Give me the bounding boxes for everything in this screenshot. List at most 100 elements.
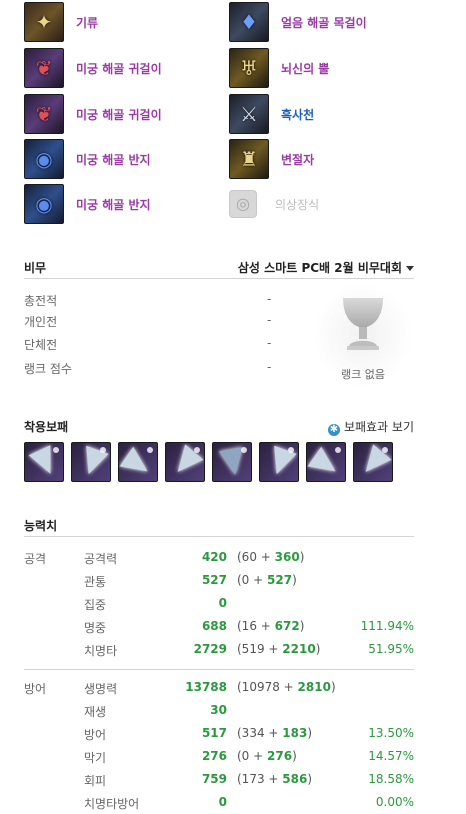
stat-base: (16 + [237,619,275,633]
stat-row-hp: 생명력 13788 (10978 + 2810) [24,680,414,696]
divider [24,669,414,670]
soul-shield-piece-7[interactable] [306,442,346,482]
soul-shield-piece-1[interactable] [24,442,64,482]
equip-slot-talisman[interactable]: ✦ 기류 [24,2,98,42]
equip-slot-horns[interactable]: ♅ 뇌신의 뿔 [229,48,329,88]
equip-label: 미궁 해골 반지 [76,152,151,167]
sparkle-icon [100,447,106,453]
sparkle-icon [241,447,247,453]
stat-base: (173 + [237,772,283,786]
stat-row-regen: 재생 30 [24,703,414,719]
equip-label: 의상장식 [275,197,320,212]
stat-name: 재생 [84,705,107,719]
soul-shield-piece-8[interactable] [353,442,393,482]
equip-slot-necklace[interactable]: ♦ 얼음 해골 목걸이 [229,2,367,42]
stat-bonus: 672 [274,619,300,633]
stat-close: ) [292,573,297,587]
stat-total: 517 [201,726,227,740]
equip-slot-ring-2[interactable]: ◉ 미궁 해골 반지 [24,184,151,224]
stat-breakdown: (0 + 276) [237,749,297,763]
equip-label: 흑사천 [281,107,315,122]
pvp-row-label: 개인전 [24,315,58,329]
sparkle-icon [194,447,200,453]
stat-total: 276 [201,749,227,763]
ring-icon: ◉ [24,139,64,179]
pvp-row-label: 단체전 [24,338,58,352]
stat-total: 688 [201,619,227,633]
equip-label: 미궁 해골 반지 [76,197,151,212]
pvp-row-rank-score: 랭크 점수 - [24,360,284,377]
stat-close: ) [315,642,321,656]
rank-label: 랭크 없음 [341,368,385,381]
stat-total: 420 [201,550,227,564]
necklace-icon: ♦ [229,2,269,42]
stat-row-accuracy: 명중 688 (16 + 672) 111.94% [24,619,414,635]
equip-label: 뇌신의 뿔 [281,61,330,76]
stat-total: 2729 [193,642,227,656]
stat-breakdown: (16 + 672) [237,619,304,633]
chevron-down-icon [406,266,414,271]
soul-shield-effects-link[interactable]: ✱ 보패효과 보기 [327,418,414,436]
soul-shield-piece-4[interactable] [165,442,205,482]
pvp-row-label: 총전적 [24,294,58,308]
stat-bonus: 276 [267,749,293,763]
equip-slot-earring-1[interactable]: ❦ 미궁 해골 귀걸이 [24,48,162,88]
stat-close: ) [299,619,305,633]
stat-name: 관통 [84,575,107,589]
stat-base: (0 + [237,749,267,763]
stat-row-block: 막기 276 (0 + 276) 14.57% [24,749,414,765]
stat-base: (519 + [237,642,283,656]
talisman-icon: ✦ [24,2,64,42]
stat-bonus: 586 [282,772,308,786]
stat-row-piercing: 관통 527 (0 + 527) [24,573,414,589]
earring-icon: ❦ [24,48,64,88]
stat-percent: 111.94% [360,619,414,633]
stat-name: 공격력 [84,552,118,566]
stat-base: (60 + [237,550,275,564]
equip-slot-ring-1[interactable]: ◉ 미궁 해골 반지 [24,139,151,179]
stat-bonus: 527 [267,573,293,587]
stat-name: 방어 [84,728,107,742]
divider [24,278,414,279]
sparkle-icon [335,447,341,453]
stat-name: 막기 [84,751,107,765]
stat-close: ) [299,550,305,564]
stat-close: ) [307,772,313,786]
stat-percent: 18.58% [368,772,414,786]
equip-slot-earring-2[interactable]: ❦ 미궁 해골 귀걸이 [24,94,162,134]
equip-slot-weapon[interactable]: ⚔ 흑사천 [229,94,314,134]
pvp-event-dropdown[interactable]: 삼성 스마트 PC배 2월 비무대회 [238,259,414,276]
stat-base: (334 + [237,726,283,740]
soul-shield-piece-5[interactable] [212,442,252,482]
equip-slot-costume[interactable]: ♜ 변절자 [229,139,314,179]
sparkle-icon [382,447,388,453]
divider [24,536,414,537]
soul-shield-piece-2[interactable] [71,442,111,482]
sparkle-icon [147,447,153,453]
equip-slot-costume-accessory[interactable]: ◎ 의상장식 [223,184,319,224]
stat-percent: 51.95% [368,642,414,656]
stat-row-critical: 치명타 2729 (519 + 2210) 51.95% [24,642,414,658]
stat-row-defense: 방어 517 (334 + 183) 13.50% [24,726,414,742]
sparkle-icon [288,447,294,453]
soul-shield-list [24,442,393,482]
stat-total: 0 [218,795,227,809]
stat-percent: 13.50% [368,726,414,740]
stat-name: 회피 [84,774,107,788]
stat-total: 13788 [185,680,227,694]
stat-row-attack-power: 공격력 420 (60 + 360) [24,550,414,566]
soul-shield-piece-3[interactable] [118,442,158,482]
stat-breakdown: (519 + 2210) [237,642,320,656]
equip-label: 얼음 해골 목걸이 [281,15,367,30]
stat-close: ) [330,680,336,694]
pvp-row-team: 단체전 - [24,336,284,353]
soul-shield-title: 착용보패 [24,420,69,434]
equip-label: 미궁 해골 귀걸이 [76,107,162,122]
rank-badge: 랭크 없음 [313,282,413,388]
equip-label: 기류 [76,15,99,30]
sparkle-icon [53,447,59,453]
pvp-row-total: 총전적 - [24,292,284,309]
pvp-title: 비무 [24,261,47,275]
soul-shield-piece-6[interactable] [259,442,299,482]
stat-bonus: 2210 [282,642,316,656]
